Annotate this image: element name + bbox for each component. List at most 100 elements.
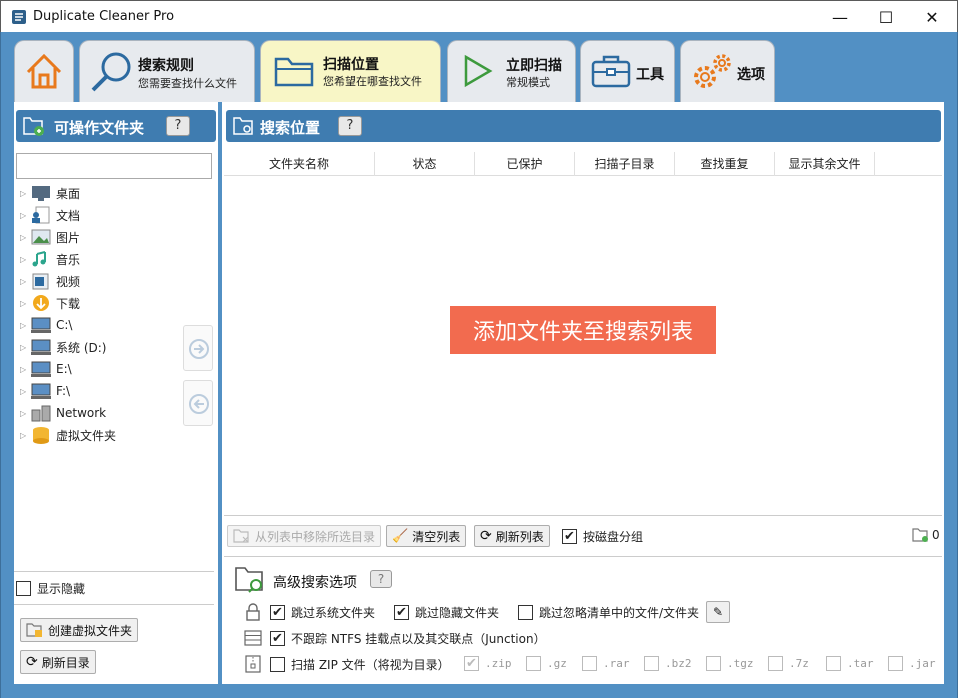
close-button[interactable]: ✕ (909, 1, 955, 33)
checkbox-box[interactable]: ✔ (464, 656, 479, 671)
skip-system-label: 跳过系统文件夹 (291, 606, 376, 620)
drive-icon (244, 630, 262, 646)
remove-folder-arrow-button[interactable] (183, 380, 213, 426)
expand-arrow-icon[interactable]: ▷ (20, 189, 30, 198)
drive-d-icon (30, 338, 52, 356)
checkbox-box[interactable] (706, 656, 721, 671)
show-hidden-checkbox[interactable]: 显示隐藏 (16, 580, 85, 597)
scan-zip-checkbox[interactable]: 扫描 ZIP 文件（将视为目录） (270, 656, 450, 673)
tree-item[interactable]: ▷ E:\ (20, 359, 72, 379)
checkbox-box[interactable] (582, 656, 597, 671)
checkbox-box[interactable] (644, 656, 659, 671)
skip-system-folders-checkbox[interactable]: ✔ 跳过系统文件夹 (270, 604, 375, 621)
col-scan-subdirs[interactable]: 扫描子目录 (575, 152, 675, 176)
checkbox-box[interactable] (768, 656, 783, 671)
expand-arrow-icon[interactable]: ▷ (20, 431, 30, 440)
checkbox-box[interactable]: ✔ (394, 605, 409, 620)
divider (224, 556, 942, 557)
expand-arrow-icon[interactable]: ▷ (20, 299, 30, 308)
refresh-directory-button[interactable]: ⟳ 刷新目录 (20, 650, 96, 674)
zip-ext-checkbox[interactable]: .rar (582, 656, 630, 671)
folder-search-input[interactable] (16, 153, 212, 179)
tab-sublabel: 您希望在哪查找文件 (323, 75, 422, 88)
refresh-list-label: 刷新列表 (495, 529, 544, 544)
zip-ext-checkbox[interactable]: .tar (826, 656, 874, 671)
tree-item[interactable]: ▷ 系统 (D:) (20, 337, 106, 357)
empty-list-hint[interactable]: 添加文件夹至搜索列表 (450, 306, 716, 354)
tree-item-label: 虚拟文件夹 (56, 428, 117, 443)
tree-item[interactable]: ▷ C:\ (20, 315, 72, 335)
skip-hidden-folders-checkbox[interactable]: ✔ 跳过隐藏文件夹 (394, 604, 499, 621)
zip-ext-checkbox[interactable]: .gz (526, 656, 567, 671)
expand-arrow-icon[interactable]: ▷ (20, 409, 30, 418)
network-icon (30, 404, 52, 422)
checkbox-box[interactable] (826, 656, 841, 671)
skip-ignore-list-checkbox[interactable]: 跳过忽略清单中的文件/文件夹 (518, 604, 699, 621)
zip-ext-checkbox[interactable]: .bz2 (644, 656, 692, 671)
tree-item[interactable]: ▷ F:\ (20, 381, 70, 401)
tree-item[interactable]: ▷ 文档 (20, 205, 80, 225)
help-button[interactable]: ? (166, 116, 190, 136)
tab-options[interactable]: 选项 (680, 40, 775, 102)
refresh-list-button[interactable]: ⟳ 刷新列表 (474, 525, 550, 547)
tree-item[interactable]: ▷ 视频 (20, 271, 80, 291)
zip-ext-checkbox[interactable]: .tgz (706, 656, 754, 671)
minimize-button[interactable]: — (817, 1, 863, 33)
tree-item[interactable]: ▷ 图片 (20, 227, 80, 247)
tree-item[interactable]: ▷ Network (20, 403, 106, 423)
help-button[interactable]: ? (338, 116, 362, 136)
col-show-other-files[interactable]: 显示其余文件 (775, 152, 875, 176)
checkbox-box[interactable] (16, 581, 31, 596)
expand-arrow-icon[interactable]: ▷ (20, 321, 30, 330)
zip-icon (245, 655, 261, 673)
expand-arrow-icon[interactable]: ▷ (20, 387, 30, 396)
tree-item[interactable]: ▷ 虚拟文件夹 (20, 425, 116, 445)
checkbox-box[interactable] (270, 657, 285, 672)
add-folder-arrow-button[interactable] (183, 325, 213, 371)
checkbox-box[interactable] (888, 656, 903, 671)
tree-item[interactable]: ▷ 音乐 (20, 249, 80, 269)
advanced-help-button[interactable]: ? (370, 570, 392, 588)
edit-ignore-list-button[interactable]: ✎ (706, 601, 730, 623)
tab-tools[interactable]: 工具 (580, 40, 675, 102)
col-status[interactable]: 状态 (375, 152, 475, 176)
left-panel-header: 可操作文件夹 ? (16, 110, 216, 142)
tab-sublabel: 您需要查找什么文件 (138, 77, 237, 90)
tree-item-label: F:\ (56, 384, 71, 398)
checkbox-box[interactable] (518, 605, 533, 620)
toolbox-icon (591, 55, 631, 88)
tree-item-label: 视频 (56, 274, 81, 289)
tree-item-label: E:\ (56, 362, 72, 376)
zip-ext-checkbox[interactable]: ✔ .zip (464, 656, 512, 671)
tree-item[interactable]: ▷ 桌面 (20, 183, 80, 203)
zip-ext-checkbox[interactable]: .jar (888, 656, 936, 671)
zip-ext-label: .jar (909, 657, 936, 670)
expand-arrow-icon[interactable]: ▷ (20, 255, 30, 264)
checkbox-box[interactable]: ✔ (270, 631, 285, 646)
tree-item-label: C:\ (56, 318, 73, 332)
checkbox-box[interactable]: ✔ (270, 605, 285, 620)
tab-scan-location[interactable]: 扫描位置 您希望在哪查找文件 (260, 40, 441, 102)
tab-scan-now[interactable]: 立即扫描 常规模式 (447, 40, 576, 102)
remove-selected-button[interactable]: 从列表中移除所选目录 (227, 525, 382, 547)
tree-item-label: 音乐 (56, 252, 81, 267)
checkbox-box[interactable]: ✔ (562, 529, 577, 544)
col-find-duplicates[interactable]: 查找重复 (675, 152, 775, 176)
maximize-button[interactable]: ☐ (863, 1, 909, 33)
tab-search-rules[interactable]: 搜索规则 您需要查找什么文件 (79, 40, 255, 102)
expand-arrow-icon[interactable]: ▷ (20, 277, 30, 286)
tree-item[interactable]: ▷ 下载 (20, 293, 80, 313)
col-folder-name[interactable]: 文件夹名称 (224, 152, 375, 176)
clear-list-button[interactable]: 🧹 清空列表 (386, 525, 467, 547)
checkbox-box[interactable] (526, 656, 541, 671)
no-ntfs-junction-checkbox[interactable]: ✔ 不跟踪 NTFS 挂载点以及其交联点（Junction） (270, 630, 546, 647)
expand-arrow-icon[interactable]: ▷ (20, 365, 30, 374)
col-protected[interactable]: 已保护 (475, 152, 575, 176)
expand-arrow-icon[interactable]: ▷ (20, 343, 30, 352)
expand-arrow-icon[interactable]: ▷ (20, 211, 30, 220)
tab-home[interactable] (14, 40, 74, 102)
create-virtual-folder-button[interactable]: 创建虚拟文件夹 (20, 618, 139, 642)
zip-ext-checkbox[interactable]: .7z (768, 656, 809, 671)
expand-arrow-icon[interactable]: ▷ (20, 233, 30, 242)
group-by-disk-checkbox[interactable]: ✔ 按磁盘分组 (562, 528, 643, 545)
